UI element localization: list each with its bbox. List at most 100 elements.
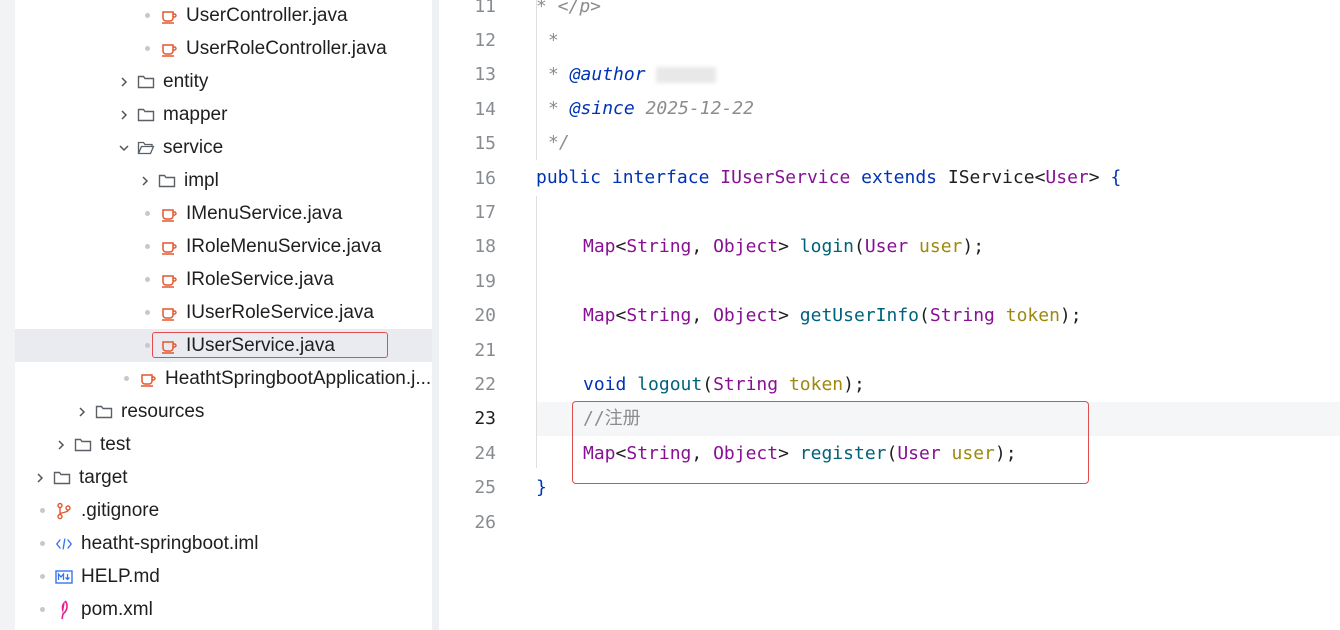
line-row: 25: [439, 471, 1340, 505]
tree-item-label: IUserRoleService.java: [186, 301, 374, 323]
code-line-20[interactable]: Map<String, Object> getUserInfo(String t…: [583, 299, 1082, 333]
line-number: 18: [474, 236, 496, 258]
line-number: 23: [474, 408, 496, 430]
line-number: 19: [474, 270, 496, 292]
line-row: 22: [439, 367, 1340, 401]
chevron-right-icon[interactable]: [117, 72, 131, 92]
tree-leaf-dot: [145, 13, 150, 18]
line-row: 26: [439, 505, 1340, 539]
folder-icon: [95, 402, 113, 422]
tree-folder-row[interactable]: target: [15, 461, 450, 494]
chevron-right-icon[interactable]: [33, 468, 47, 488]
redacted-author: [655, 67, 716, 83]
tree-leaf-dot: [145, 343, 150, 348]
tree-item-label: service: [163, 136, 224, 158]
line-row: 19: [439, 264, 1340, 298]
folder-icon: [137, 72, 155, 92]
java-interface-icon: [139, 369, 157, 389]
code-line-25[interactable]: }: [536, 471, 547, 505]
tree-file-row[interactable]: .gitignore: [15, 494, 451, 527]
folder-icon: [137, 105, 155, 125]
tree-file-row[interactable]: pom.xml: [15, 593, 451, 626]
code-line-23[interactable]: //注册: [583, 402, 641, 436]
line-number: 15: [474, 133, 496, 155]
code-line-13[interactable]: * @author: [548, 58, 716, 92]
tree-leaf-dot: [40, 508, 45, 513]
tree-leaf-dot: [124, 376, 129, 381]
tree-leaf-dot: [145, 244, 150, 249]
tree-leaf-dot: [40, 541, 45, 546]
line-number: 12: [474, 29, 496, 51]
tree-item-label: .gitignore: [81, 499, 160, 521]
maven-icon: [55, 599, 73, 620]
code-editor[interactable]: 11 12 13 14 15 16 17 18 19 20 21 22 23 24 25 26 * </p> …: [439, 0, 1340, 630]
code-line-14[interactable]: * @since 2025-12-22: [548, 92, 754, 126]
line-number: 14: [474, 98, 496, 120]
code-line-15[interactable]: */: [548, 126, 570, 160]
iml-file-icon: [55, 534, 73, 554]
tree-item-label: IRoleMenuService.java: [186, 235, 382, 257]
tree-leaf-dot: [145, 211, 150, 216]
tree-leaf-dot: [145, 277, 150, 282]
tree-leaf-dot: [145, 46, 150, 51]
code-line-12[interactable]: *: [548, 24, 559, 58]
line-row: 17: [439, 195, 1340, 229]
tree-folder-row[interactable]: test: [15, 428, 471, 461]
java-interface-icon: [160, 303, 178, 323]
tree-leaf-dot: [145, 310, 150, 315]
tree-item-label: impl: [184, 169, 219, 191]
line-number: 25: [474, 477, 496, 499]
tree-leaf-dot: [40, 574, 45, 579]
line-number: 17: [474, 201, 496, 223]
java-interface-icon: [160, 204, 178, 224]
chevron-right-icon[interactable]: [75, 402, 89, 422]
tree-item-label: pom.xml: [81, 598, 153, 620]
java-interface-icon: [160, 270, 178, 290]
code-line-16[interactable]: public interface IUserService extends IS…: [536, 161, 1121, 195]
code-line-22[interactable]: void logout(String token);: [583, 368, 865, 402]
tree-item-label: UserRoleController.java: [186, 37, 387, 59]
tree-item-label: IRoleService.java: [186, 268, 334, 290]
folder-icon: [53, 468, 71, 488]
tree-item-label: entity: [163, 70, 209, 92]
tree-item-label: mapper: [163, 103, 228, 125]
java-interface-icon: [160, 39, 178, 59]
chevron-down-icon[interactable]: [117, 138, 131, 158]
line-number: 24: [474, 442, 496, 464]
line-row: 12: [439, 23, 1340, 57]
line-number: 11: [474, 0, 496, 17]
markdown-icon: [55, 567, 73, 587]
folder-icon: [158, 171, 176, 191]
line-row: 15: [439, 127, 1340, 161]
line-number: 20: [474, 305, 496, 327]
tree-item-label: HeathtSpringbootApplication.j...: [165, 367, 432, 389]
code-line-18[interactable]: Map<String, Object> login(User user);: [583, 230, 984, 264]
tree-item-label: heatht-springboot.iml: [81, 532, 259, 554]
chevron-right-icon[interactable]: [117, 105, 131, 125]
tree-folder-row[interactable]: resources: [15, 395, 492, 428]
line-row: 21: [439, 333, 1340, 367]
line-number: 21: [474, 339, 496, 361]
folder-open-icon: [137, 138, 155, 158]
java-interface-icon: [160, 6, 178, 26]
tree-item-label: IMenuService.java: [186, 202, 343, 224]
line-row: 23: [439, 402, 1340, 436]
chevron-right-icon[interactable]: [138, 171, 152, 191]
panel-divider[interactable]: [432, 0, 439, 630]
tree-file-row[interactable]: heatht-springboot.iml: [15, 527, 451, 560]
code-line-11[interactable]: * </p>: [536, 0, 601, 24]
tree-item-label: HELP.md: [81, 565, 160, 587]
line-number: 16: [474, 167, 496, 189]
tree-item-label: resources: [121, 400, 205, 422]
tree-gutter: [0, 0, 15, 630]
code-line-24[interactable]: Map<String, Object> register(User user);: [583, 437, 1017, 471]
tree-item-label: IUserService.java: [186, 334, 335, 356]
git-ignore-icon: [55, 501, 73, 521]
tree-file-row[interactable]: HELP.md: [15, 560, 451, 593]
tree-item-label: UserController.java: [186, 4, 348, 26]
java-interface-icon: [160, 336, 178, 356]
tree-item-label: target: [79, 466, 128, 488]
line-number: 26: [474, 511, 496, 533]
chevron-right-icon[interactable]: [54, 435, 68, 455]
java-interface-icon: [160, 237, 178, 257]
